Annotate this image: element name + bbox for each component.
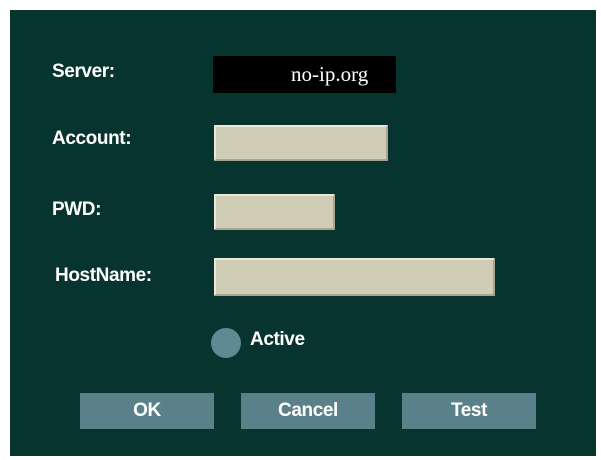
cancel-button[interactable]: Cancel [241,393,375,429]
server-field[interactable]: no-ip.org [213,56,396,93]
server-label: Server: [52,61,115,82]
active-label: Active [250,329,305,350]
ok-button[interactable]: OK [80,393,214,429]
hostname-field[interactable] [214,258,495,296]
password-field[interactable] [214,194,335,230]
active-radio[interactable] [211,328,241,358]
account-field[interactable] [214,125,388,161]
hostname-label: HostName: [55,265,152,286]
account-label: Account: [52,128,132,149]
pwd-label: PWD: [52,199,102,220]
test-button[interactable]: Test [402,393,536,429]
